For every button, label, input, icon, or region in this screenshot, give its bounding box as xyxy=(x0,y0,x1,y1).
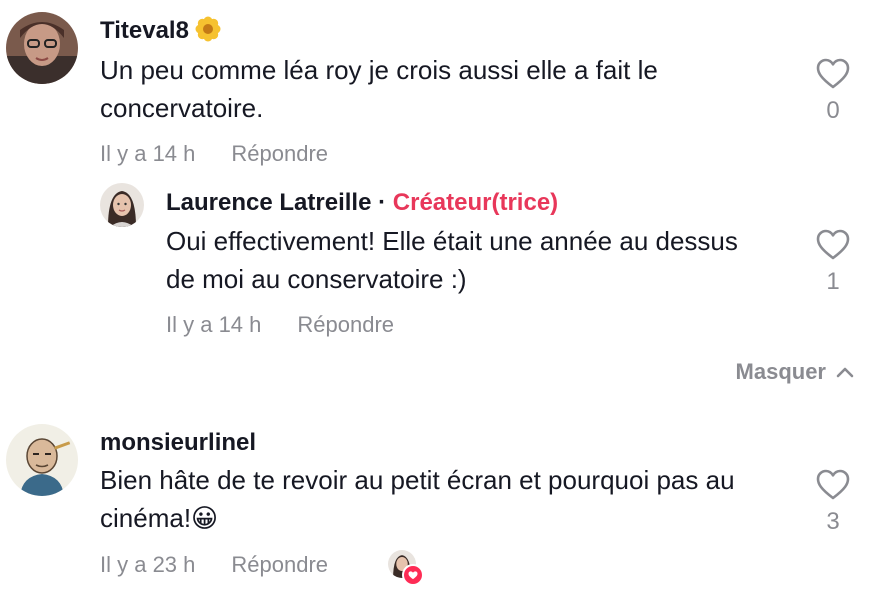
avatar-laurence-latreille[interactable] xyxy=(100,183,144,227)
reply-time: Il y a 14 h xyxy=(166,312,262,337)
avatar-image xyxy=(100,183,144,227)
like-button[interactable]: 3 xyxy=(813,469,853,537)
comment-text: Bien hâte de te revoir au petit écran et… xyxy=(100,465,735,533)
heart-outline-icon xyxy=(816,229,850,260)
liked-by-creator xyxy=(388,550,424,586)
like-button[interactable]: 0 xyxy=(813,58,853,126)
hide-replies-button[interactable]: Masquer xyxy=(736,358,854,386)
comments-panel: Titeval8 Un peu comme léa roy je crois a… xyxy=(0,0,880,598)
like-count: 0 xyxy=(826,97,840,124)
chevron-up-icon xyxy=(836,367,854,378)
flower-icon xyxy=(195,16,221,42)
reply-button[interactable]: Répondre xyxy=(297,312,394,337)
comment-username[interactable]: monsieurlinel xyxy=(100,428,256,458)
avatar-titeval8[interactable] xyxy=(6,12,78,84)
heart-outline-icon xyxy=(816,469,850,500)
avatar-monsieurlinel[interactable] xyxy=(6,424,78,496)
comment-username[interactable]: Titeval8 xyxy=(100,16,221,46)
heart-outline-icon xyxy=(816,58,850,89)
like-count: 3 xyxy=(826,508,840,535)
comment-text: Un peu comme léa roy je crois aussi elle… xyxy=(100,55,658,123)
reply-username[interactable]: Laurence Latreille · Créateur(trice) xyxy=(166,188,558,218)
creator-badge: Créateur(trice) xyxy=(392,189,559,216)
comment-meta: Il y a 23 h Répondre xyxy=(100,551,328,579)
reply-meta: Il y a 14 h Répondre xyxy=(166,311,394,339)
like-count: 1 xyxy=(826,268,840,295)
grinning-face-emoji: 😀 xyxy=(191,503,219,533)
comment-time: Il y a 23 h xyxy=(100,552,196,577)
heart-filled-icon xyxy=(402,564,424,586)
like-button[interactable]: 1 xyxy=(813,229,853,297)
creator-separator: · xyxy=(378,189,387,216)
avatar-image xyxy=(6,12,78,84)
comment-time: Il y a 14 h xyxy=(100,141,196,166)
hide-replies-label: Masquer xyxy=(735,359,826,384)
comment-meta: Il y a 14 h Répondre xyxy=(100,140,328,168)
reply-text: Oui effectivement! Elle était une année … xyxy=(166,226,738,294)
reply-button[interactable]: Répondre xyxy=(231,552,328,577)
avatar-image xyxy=(6,424,78,496)
reply-button[interactable]: Répondre xyxy=(231,141,328,166)
